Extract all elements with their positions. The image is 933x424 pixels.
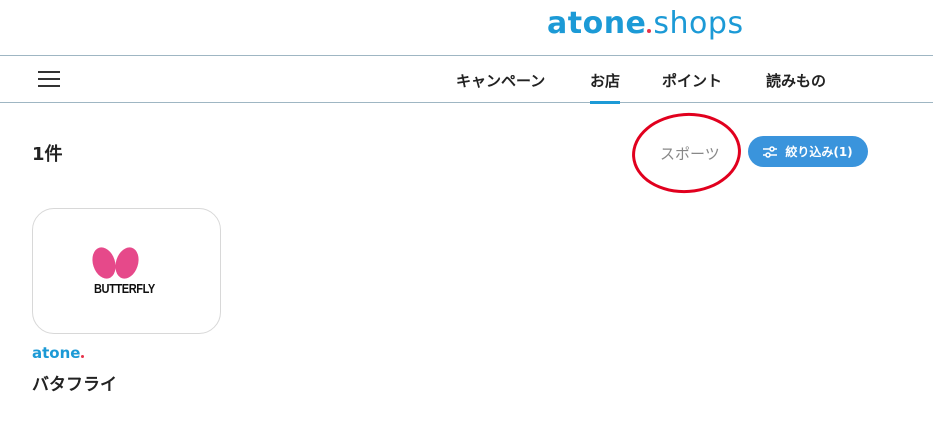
shop-name[interactable]: バタフライ <box>32 370 117 395</box>
filter-button[interactable]: 絞り込み(1) <box>748 136 868 167</box>
logo-brand: atone <box>547 6 647 41</box>
shop-card[interactable]: BUTTERFLY <box>32 208 221 334</box>
nav-item-shops[interactable]: お店 <box>590 70 621 104</box>
nav-item-articles[interactable]: 読みもの <box>766 70 826 91</box>
atone-badge-dot <box>81 355 85 358</box>
nav-item-points[interactable]: ポイント <box>662 70 722 91</box>
shop-logo-text: BUTTERFLY <box>94 281 155 296</box>
top-bar: atone shops <box>0 0 933 56</box>
logo-dot <box>647 29 652 33</box>
atone-badge-text: atone <box>32 344 81 362</box>
atone-badge: atone <box>32 344 85 362</box>
hamburger-menu-icon[interactable] <box>38 71 60 88</box>
filter-sliders-icon <box>763 145 778 158</box>
main-nav: キャンペーン お店 ポイント 読みもの <box>0 56 933 104</box>
selected-category: スポーツ <box>660 145 720 163</box>
filter-button-label: 絞り込み(1) <box>785 145 853 159</box>
result-count: 1件 <box>32 144 63 165</box>
nav-item-campaign[interactable]: キャンペーン <box>456 70 545 91</box>
atone-shops-logo[interactable]: atone shops <box>547 6 744 41</box>
logo-suffix: shops <box>653 6 744 41</box>
